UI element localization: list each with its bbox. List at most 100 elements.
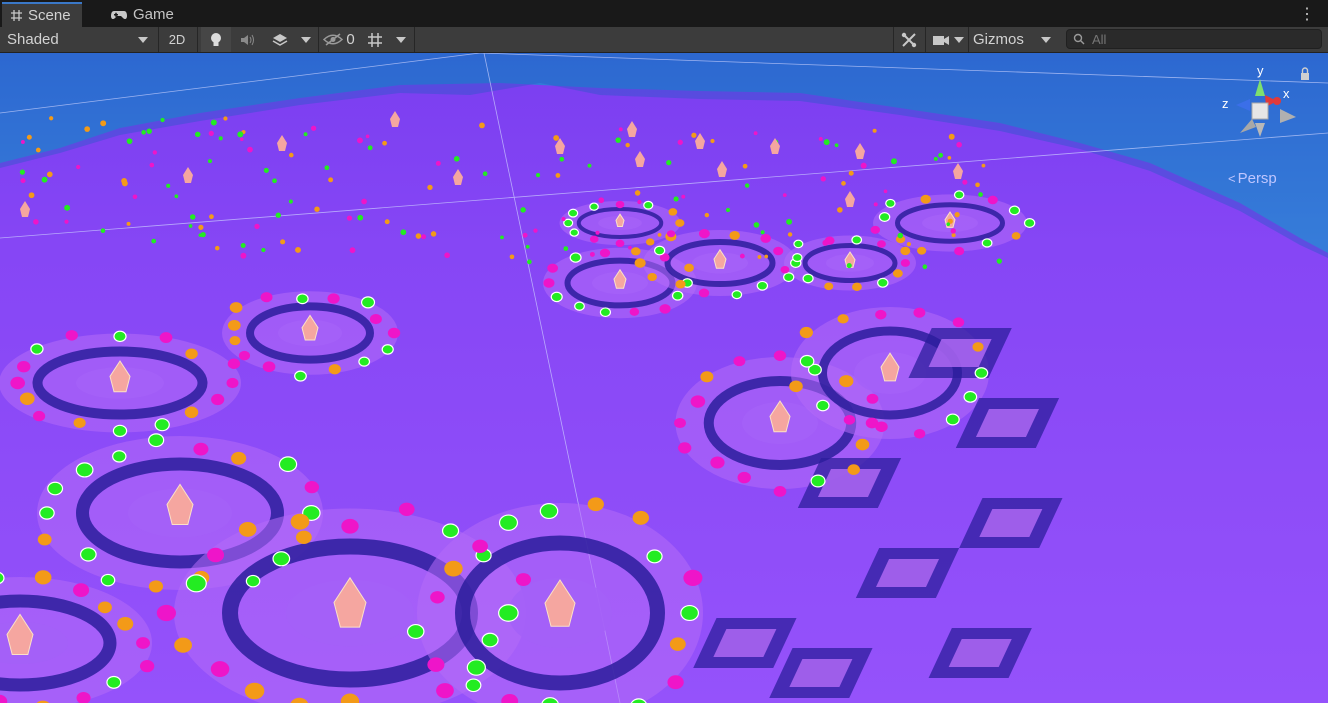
spawn-marker bbox=[97, 601, 112, 614]
distant-marker bbox=[628, 245, 632, 250]
toggle-2d-button[interactable]: 2D bbox=[161, 27, 193, 52]
camera-icon bbox=[933, 35, 949, 45]
distant-marker bbox=[962, 179, 968, 185]
spawn-marker bbox=[290, 513, 310, 530]
tools-button[interactable] bbox=[895, 27, 923, 52]
axis-y-label: y bbox=[1257, 63, 1264, 78]
spawn-marker bbox=[875, 421, 888, 432]
distant-marker bbox=[121, 177, 128, 184]
spawn-marker bbox=[184, 406, 199, 418]
spawn-marker bbox=[543, 278, 555, 288]
distant-marker bbox=[365, 134, 370, 139]
distant-marker bbox=[64, 204, 71, 211]
gizmos-label: Gizmos bbox=[973, 31, 1024, 48]
spawn-marker bbox=[39, 506, 55, 520]
gizmos-button[interactable]: Gizmos bbox=[969, 27, 1033, 52]
distant-marker bbox=[435, 160, 441, 166]
spawn-marker bbox=[634, 258, 646, 268]
spawn-marker bbox=[810, 474, 826, 488]
distant-marker bbox=[84, 126, 91, 132]
distant-marker bbox=[174, 194, 179, 199]
distant-marker bbox=[981, 163, 986, 168]
distant-marker bbox=[757, 255, 762, 259]
search-input[interactable] bbox=[1090, 30, 1314, 48]
projection-label: Persp bbox=[1237, 170, 1277, 187]
distant-marker bbox=[479, 122, 485, 129]
distant-marker bbox=[314, 206, 320, 212]
distant-marker bbox=[691, 132, 697, 138]
spawn-marker bbox=[892, 269, 903, 278]
distant-marker bbox=[288, 152, 294, 158]
spawn-marker bbox=[675, 279, 686, 289]
tab-scene[interactable]: Scene bbox=[2, 2, 82, 27]
spawn-marker bbox=[156, 604, 177, 622]
toggle-2d-label: 2D bbox=[168, 32, 186, 47]
distant-marker bbox=[146, 128, 152, 134]
audio-toggle-button[interactable] bbox=[233, 27, 263, 52]
distant-marker bbox=[954, 212, 960, 218]
distant-marker bbox=[883, 189, 888, 194]
distant-marker bbox=[19, 169, 25, 175]
spawn-marker bbox=[877, 240, 886, 248]
grid-icon bbox=[368, 32, 382, 47]
spawn-marker bbox=[667, 675, 684, 690]
spawn-marker bbox=[972, 342, 984, 352]
distant-marker bbox=[841, 181, 846, 186]
spawn-marker bbox=[231, 451, 247, 465]
shading-mode-dropdown[interactable]: Shaded bbox=[0, 27, 156, 52]
grid-dropdown[interactable] bbox=[390, 27, 412, 52]
distant-marker bbox=[288, 199, 293, 204]
effects-toggle-button[interactable] bbox=[265, 27, 295, 52]
tab-game[interactable]: Game bbox=[102, 2, 184, 27]
lock-icon[interactable] bbox=[1301, 67, 1309, 80]
distant-marker bbox=[303, 132, 308, 137]
tools-crossed-icon bbox=[901, 32, 917, 47]
distant-marker bbox=[625, 142, 630, 148]
more-options-icon[interactable]: ⋮ bbox=[1299, 4, 1315, 24]
distant-marker bbox=[764, 254, 769, 259]
distant-marker bbox=[415, 233, 422, 239]
distant-marker bbox=[189, 214, 196, 220]
distant-marker bbox=[846, 262, 852, 269]
spawn-marker bbox=[547, 263, 559, 273]
distant-marker bbox=[681, 194, 686, 199]
lighting-toggle-button[interactable] bbox=[201, 27, 231, 52]
distant-marker bbox=[100, 120, 107, 127]
scene-search-field[interactable] bbox=[1066, 29, 1322, 49]
scene-viewport[interactable]: y x z < Persp bbox=[0, 53, 1328, 703]
distant-marker bbox=[704, 212, 710, 218]
spawn-marker bbox=[700, 371, 714, 383]
spawn-marker bbox=[773, 486, 787, 497]
axis-y-cone bbox=[1255, 79, 1265, 96]
spawn-marker bbox=[569, 252, 582, 263]
scene-render[interactable] bbox=[0, 53, 1328, 703]
camera-settings-dropdown[interactable] bbox=[928, 27, 968, 52]
spawn-marker bbox=[1011, 232, 1021, 240]
distant-marker bbox=[818, 137, 823, 141]
distant-marker bbox=[823, 139, 830, 146]
tab-scene-label: Scene bbox=[28, 7, 71, 24]
orientation-gizmo[interactable]: y x z bbox=[1210, 61, 1320, 161]
spawn-marker bbox=[244, 682, 265, 700]
spawn-marker bbox=[589, 202, 599, 211]
spawn-marker bbox=[398, 502, 415, 517]
distant-marker bbox=[295, 246, 301, 253]
spawn-marker bbox=[37, 533, 52, 546]
gizmos-dropdown[interactable] bbox=[1035, 27, 1057, 52]
distant-marker bbox=[20, 178, 26, 184]
grid-toggle-button[interactable] bbox=[362, 27, 388, 52]
distant-marker bbox=[996, 258, 1002, 264]
spawn-marker bbox=[211, 393, 225, 406]
distant-marker bbox=[587, 163, 592, 168]
spawn-marker bbox=[669, 637, 686, 651]
distant-marker bbox=[742, 163, 748, 169]
spawn-marker bbox=[296, 530, 312, 544]
spawn-marker bbox=[515, 573, 532, 586]
projection-toggle[interactable]: < Persp bbox=[1228, 170, 1277, 187]
spawn-marker bbox=[185, 348, 198, 359]
distant-marker bbox=[198, 233, 203, 238]
spawn-marker bbox=[210, 661, 230, 677]
spawn-marker bbox=[262, 361, 276, 373]
scene-visibility-button[interactable]: 0 bbox=[320, 27, 358, 52]
effects-dropdown[interactable] bbox=[297, 27, 315, 52]
